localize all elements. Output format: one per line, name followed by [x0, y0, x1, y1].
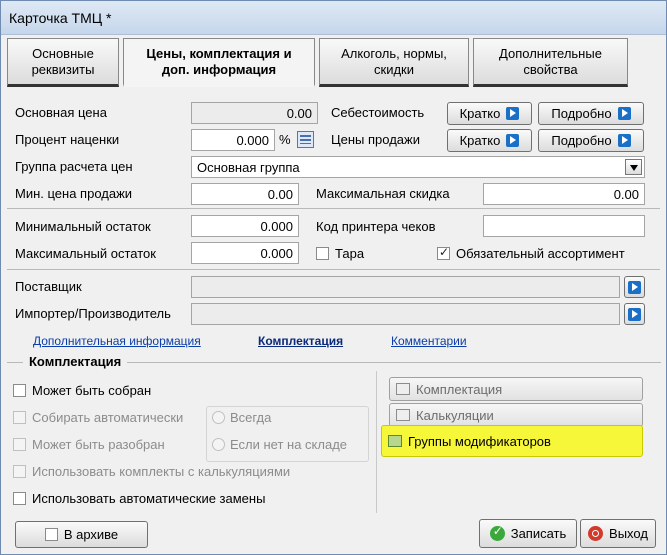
markup-field[interactable]: 0.000: [191, 129, 275, 151]
min-stock-field[interactable]: 0.000: [191, 215, 299, 237]
tab-alcohol-norms-label: Алкоголь, нормы, скидки: [341, 45, 447, 77]
calculator-icon: [396, 409, 410, 421]
price-group-label: Группа расчета цен: [15, 159, 133, 174]
sales-brief-label: Кратко: [459, 133, 501, 148]
list-icon: [396, 383, 410, 395]
card-window: Карточка ТМЦ * Основные реквизиты Цены, …: [0, 0, 667, 555]
sales-detail-button[interactable]: Подробно: [538, 129, 644, 152]
price-group-select[interactable]: Основная группа: [191, 156, 645, 178]
exit-icon: [588, 526, 604, 541]
radio-always[interactable]: [212, 411, 225, 424]
archive-toggle[interactable]: В архиве: [15, 521, 148, 548]
assembly-legend: Комплектация: [23, 354, 128, 369]
modifier-groups-button-label: Группы модификаторов: [408, 433, 551, 449]
supplier-select-button[interactable]: [624, 276, 645, 298]
base-price-field: 0.00: [191, 102, 318, 124]
can-assemble-checkbox[interactable]: [13, 384, 26, 397]
cost-brief-label: Кратко: [459, 106, 501, 121]
tab-prices-assembly[interactable]: Цены, комплектация и доп. информация: [123, 38, 315, 87]
min-stock-label: Минимальный остаток: [15, 219, 151, 234]
can-disassemble-checkbox[interactable]: [13, 438, 26, 451]
price-group-value: Основная группа: [197, 160, 300, 175]
importer-select-button[interactable]: [624, 303, 645, 325]
markup-unit: %: [279, 132, 291, 147]
calculator-icon[interactable]: [297, 131, 314, 148]
importer-label: Импортер/Производитель: [15, 306, 171, 321]
archive-checkbox[interactable]: [44, 528, 58, 541]
supplier-label: Поставщик: [15, 279, 82, 294]
tab-basic-details-label: Основные реквизиты: [31, 45, 95, 77]
divider: [7, 208, 660, 209]
window-title: Карточка ТМЦ *: [9, 10, 112, 26]
base-price-label: Основная цена: [15, 105, 107, 120]
mandatory-assortment-checkbox[interactable]: [437, 245, 450, 260]
exit-button-label: Выход: [609, 526, 648, 541]
container-label: Тара: [335, 246, 365, 261]
tab-extra-properties[interactable]: Дополнительные свойства: [473, 38, 628, 87]
exit-button[interactable]: Выход: [580, 519, 656, 548]
max-discount-field[interactable]: 0.00: [483, 183, 645, 205]
tab-basic-details[interactable]: Основные реквизиты: [7, 38, 119, 87]
can-assemble-label: Может быть собран: [32, 383, 152, 398]
auto-assemble-checkbox[interactable]: [13, 411, 26, 424]
can-disassemble-label: Может быть разобран: [32, 437, 165, 452]
use-auto-replacements-checkbox[interactable]: [13, 492, 26, 505]
link-comments[interactable]: Комментарии: [391, 334, 467, 348]
radio-if-not-in-stock-label: Если нет на складе: [230, 437, 348, 452]
chevron-down-icon[interactable]: [625, 159, 642, 175]
sales-detail-label: Подробно: [551, 133, 612, 148]
tab-extra-properties-label: Дополнительные свойства: [499, 45, 602, 77]
importer-field: [191, 303, 620, 325]
cost-detail-button[interactable]: Подробно: [538, 102, 644, 125]
title-bar: Карточка ТМЦ *: [1, 1, 666, 35]
arrow-right-icon: [617, 107, 631, 120]
supplier-field: [191, 276, 620, 298]
printer-code-label: Код принтера чеков: [316, 219, 436, 234]
min-sale-price-field[interactable]: 0.00: [191, 183, 299, 205]
assembly-button-label: Комплектация: [416, 381, 503, 397]
arrow-right-icon: [617, 134, 631, 147]
max-discount-label: Максимальная скидка: [316, 186, 450, 201]
cost-label: Себестоимость: [331, 105, 425, 120]
check-icon: [489, 524, 505, 541]
use-auto-replacements-label: Использовать автоматические замены: [32, 491, 266, 506]
cost-detail-label: Подробно: [551, 106, 612, 121]
tab-alcohol-norms[interactable]: Алкоголь, нормы, скидки: [319, 38, 469, 87]
calculations-button[interactable]: Калькуляции: [389, 403, 643, 427]
modifier-groups-button[interactable]: Группы модификаторов: [381, 425, 643, 457]
arrow-right-icon: [628, 280, 641, 294]
mandatory-assortment-label: Обязательный ассортимент: [456, 246, 625, 261]
radio-if-not-in-stock[interactable]: [212, 438, 225, 451]
use-kits-with-calc-checkbox[interactable]: [13, 465, 26, 478]
folder-icon: [388, 435, 402, 447]
arrow-right-icon: [506, 134, 520, 147]
arrow-right-icon: [628, 307, 641, 321]
radio-always-label: Всегда: [230, 410, 272, 425]
link-assembly[interactable]: Комплектация: [258, 334, 343, 348]
link-extra-info[interactable]: Дополнительная информация: [33, 334, 201, 348]
sales-price-label: Цены продажи: [331, 132, 420, 147]
tab-prices-assembly-label: Цены, комплектация и доп. информация: [146, 45, 292, 77]
min-sale-price-label: Мин. цена продажи: [15, 186, 133, 201]
container-checkbox[interactable]: [316, 247, 329, 260]
markup-label: Процент наценки: [15, 132, 120, 147]
use-kits-with-calc-label: Использовать комплекты с калькуляциями: [32, 464, 291, 479]
divider: [7, 269, 660, 270]
arrow-right-icon: [506, 107, 520, 120]
max-stock-field[interactable]: 0.000: [191, 242, 299, 264]
printer-code-field[interactable]: [483, 215, 645, 237]
archive-label: В архиве: [63, 527, 119, 542]
max-stock-label: Максимальный остаток: [15, 246, 156, 261]
assembly-button[interactable]: Комплектация: [389, 377, 643, 401]
save-button-label: Записать: [510, 526, 567, 541]
sales-brief-button[interactable]: Кратко: [447, 129, 532, 152]
save-button[interactable]: Записать: [479, 519, 577, 548]
calculations-button-label: Калькуляции: [416, 407, 494, 423]
cost-brief-button[interactable]: Кратко: [447, 102, 532, 125]
vertical-divider: [376, 371, 377, 513]
auto-assemble-label: Собирать автоматически: [32, 410, 184, 425]
